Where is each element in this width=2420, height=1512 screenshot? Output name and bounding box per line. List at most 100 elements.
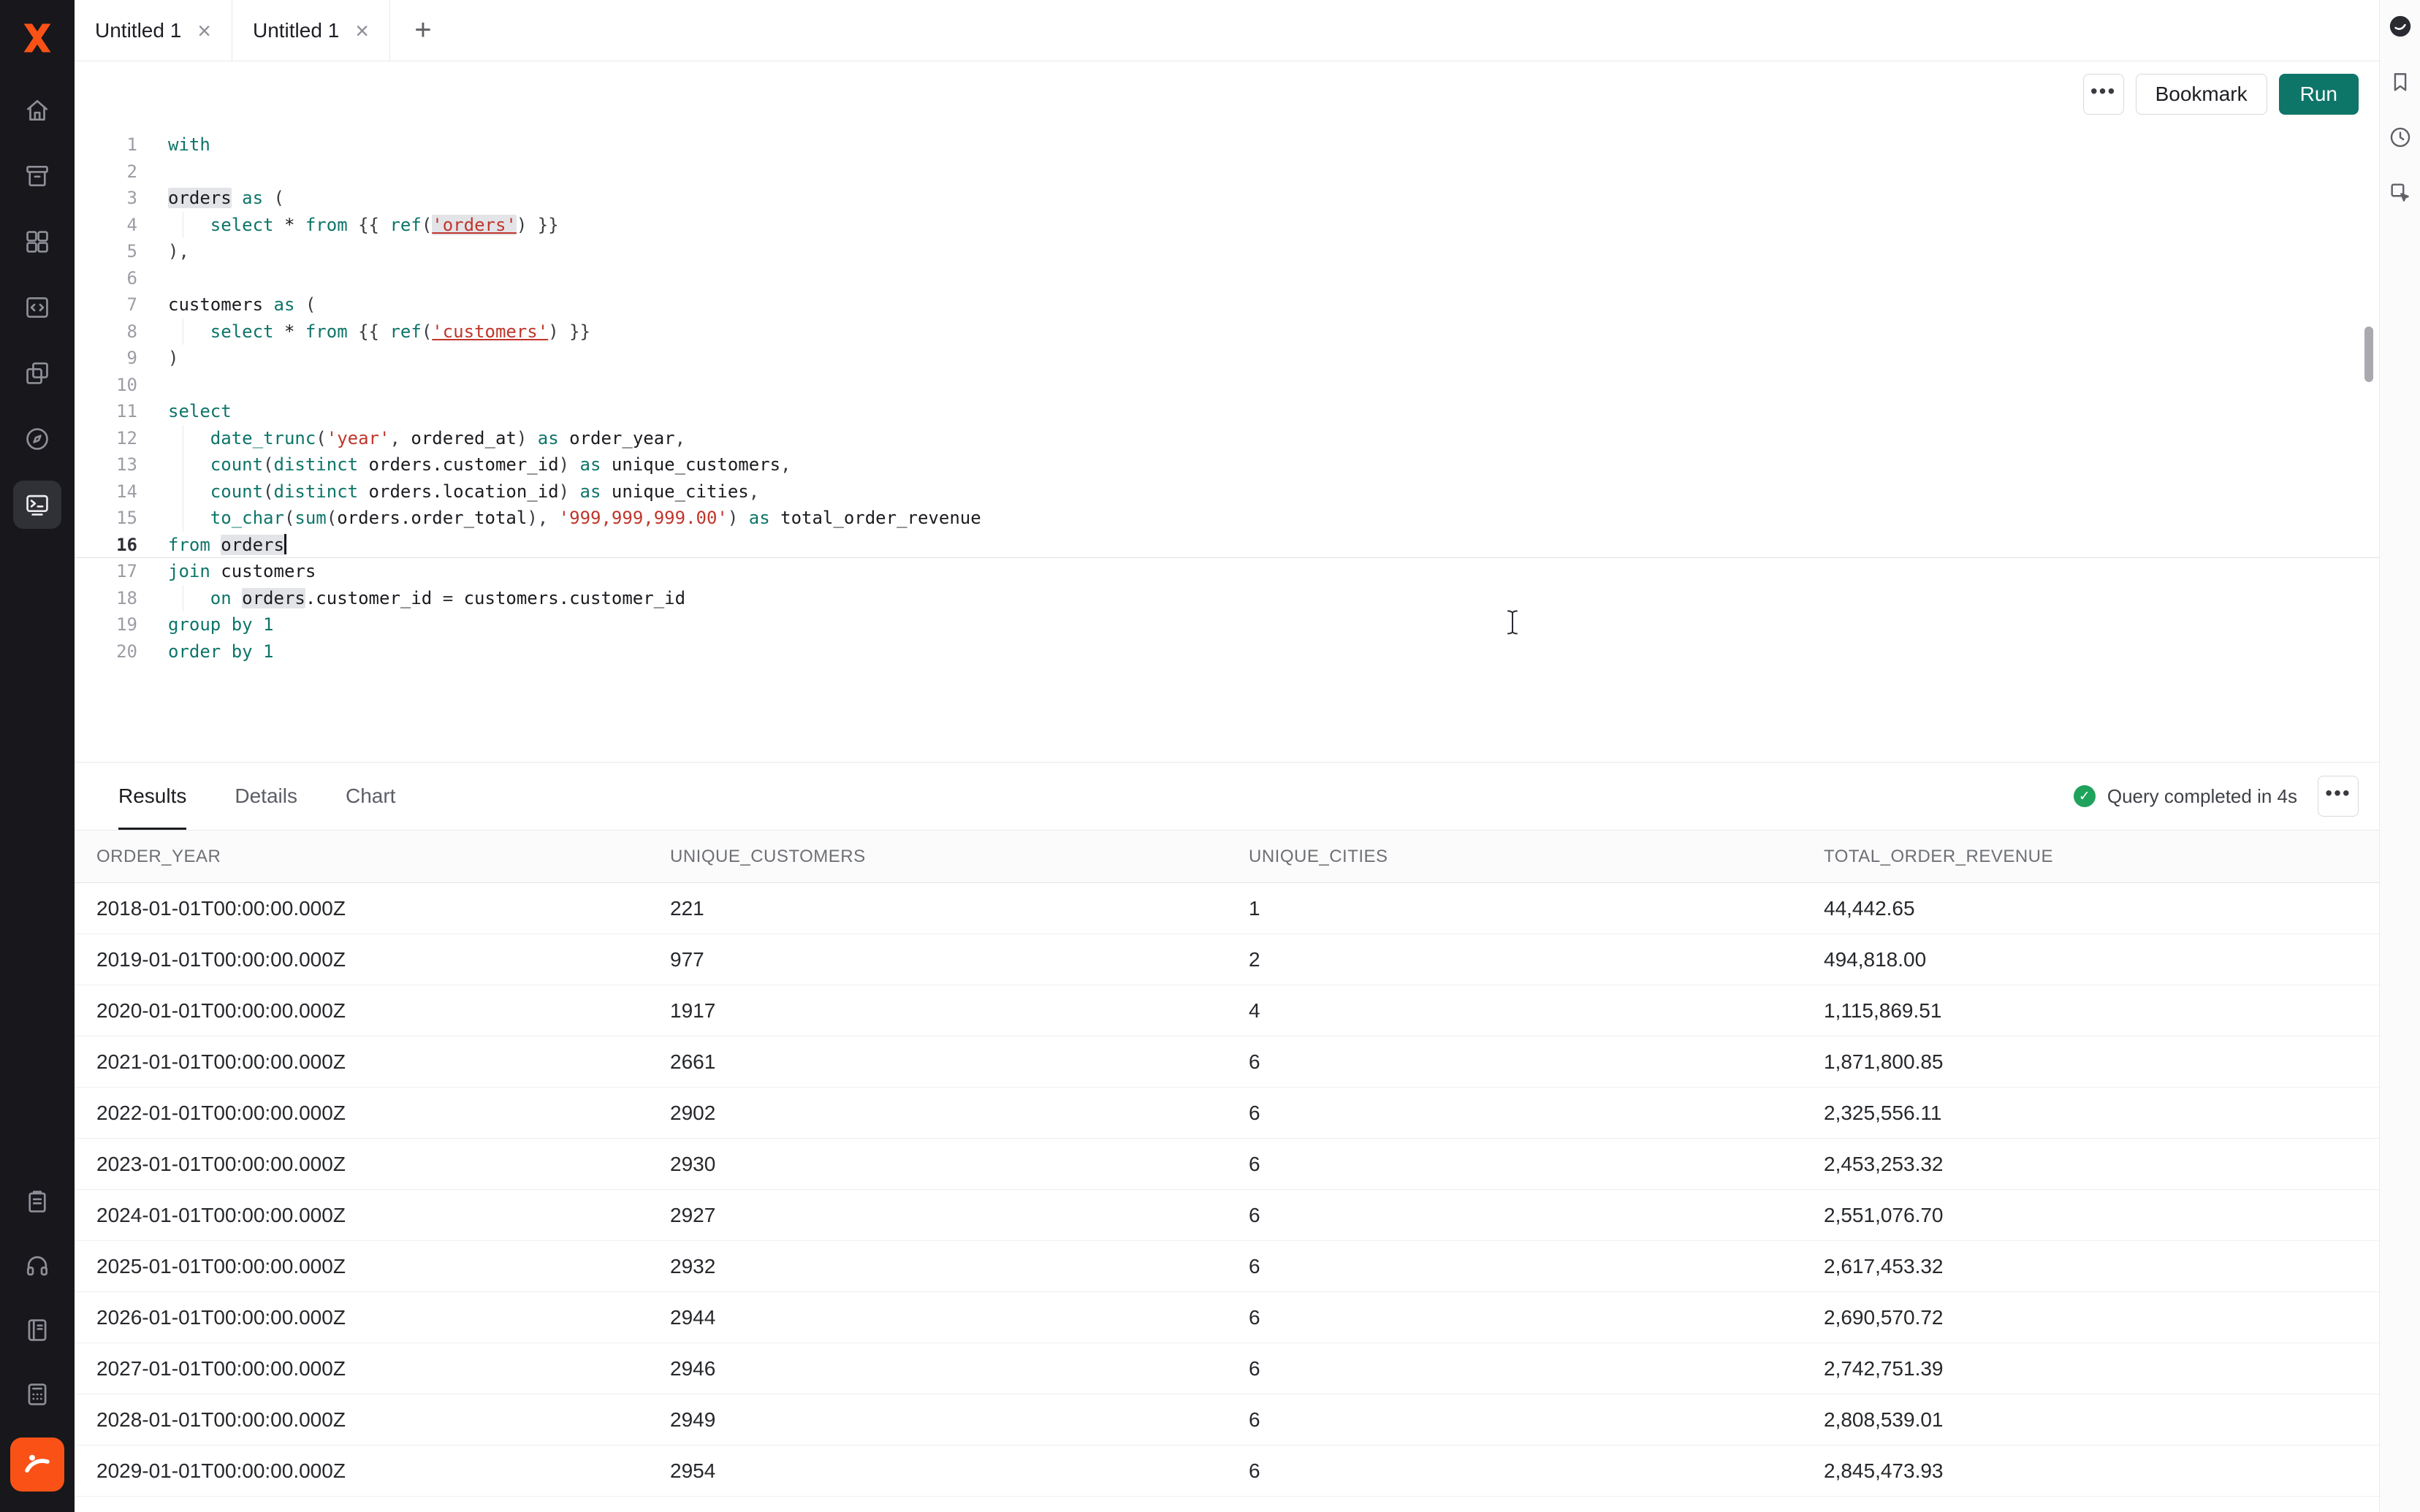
editor-scrollbar-thumb[interactable] — [2364, 327, 2373, 382]
code-line[interactable]: 16from orders — [75, 532, 2379, 559]
code-token: ( — [316, 428, 326, 448]
more-options-button[interactable]: ••• — [2083, 74, 2124, 115]
mouse-cursor — [1504, 609, 1521, 635]
table-row[interactable]: 2023-01-01T00:00:00.000Z293062,453,253.3… — [75, 1139, 2379, 1190]
code-line[interactable]: 15 to_char(sum(orders.order_total), '999… — [75, 505, 2379, 532]
table-cell: 6 — [1249, 1255, 1824, 1278]
code-line[interactable]: 13 count(distinct orders.customer_id) as… — [75, 451, 2379, 478]
code-line[interactable]: 12 date_trunc('year', ordered_at) as ord… — [75, 425, 2379, 452]
table-cell: 6 — [1249, 1459, 1824, 1483]
code-token: ( — [327, 508, 337, 528]
code-line[interactable]: 1with — [75, 131, 2379, 159]
tab-untitled-2[interactable]: Untitled 1 × — [232, 0, 390, 61]
sql-editor[interactable]: 1with23orders as (4 select * from {{ ref… — [75, 127, 2379, 762]
app-logo-icon[interactable] — [18, 19, 56, 57]
code-line[interactable]: 6 — [75, 265, 2379, 292]
history-icon[interactable] — [2384, 121, 2416, 153]
clipboard-icon[interactable] — [13, 1177, 61, 1226]
code-token: order_year — [569, 428, 675, 448]
close-tab-icon[interactable]: × — [197, 19, 211, 42]
code-token: , — [749, 481, 759, 502]
calculator-icon[interactable] — [13, 1370, 61, 1419]
compass-icon[interactable] — [13, 415, 61, 463]
bookmark-button[interactable]: Bookmark — [2136, 74, 2267, 115]
tab-untitled-1[interactable]: Untitled 1 × — [75, 0, 232, 61]
table-row[interactable]: 2018-01-01T00:00:00.000Z221144,442.65 — [75, 883, 2379, 934]
close-tab-icon[interactable]: × — [355, 19, 369, 42]
code-line[interactable]: 17join customers — [75, 558, 2379, 585]
pointer-icon[interactable] — [2384, 177, 2416, 209]
code-token: ), — [168, 241, 189, 261]
code-text: ) — [137, 345, 178, 372]
archive-icon[interactable] — [13, 152, 61, 200]
code-line[interactable]: 19group by 1 — [75, 611, 2379, 638]
table-row[interactable]: 2022-01-01T00:00:00.000Z290262,325,556.1… — [75, 1088, 2379, 1139]
tab-bar: Untitled 1 × Untitled 1 × + — [75, 0, 2379, 61]
tab-chart[interactable]: Chart — [346, 763, 395, 830]
user-avatar[interactable] — [10, 1437, 64, 1492]
code-token: distinct — [274, 481, 359, 502]
table-row[interactable]: 2021-01-01T00:00:00.000Z266161,871,800.8… — [75, 1036, 2379, 1088]
table-row[interactable]: 2024-01-01T00:00:00.000Z292762,551,076.7… — [75, 1190, 2379, 1241]
code-line[interactable]: 7customers as ( — [75, 291, 2379, 318]
code-text: count(distinct orders.location_id) as un… — [137, 478, 759, 505]
line-number: 13 — [75, 451, 137, 478]
column-header-total-order-revenue[interactable]: TOTAL_ORDER_REVENUE — [1824, 847, 2379, 867]
home-icon[interactable] — [13, 86, 61, 134]
code-token — [168, 321, 210, 342]
table-row[interactable]: 2020-01-01T00:00:00.000Z191741,115,869.5… — [75, 985, 2379, 1036]
code-line[interactable]: 3orders as ( — [75, 185, 2379, 212]
column-header-unique-cities[interactable]: UNIQUE_CITIES — [1249, 847, 1824, 867]
headphones-icon[interactable] — [13, 1242, 61, 1290]
code-token: join — [168, 561, 210, 581]
code-line[interactable]: 18 on orders.customer_id = customers.cus… — [75, 585, 2379, 612]
table-cell: 2,742,751.39 — [1824, 1357, 2379, 1381]
code-text: join customers — [137, 558, 316, 585]
table-row[interactable]: 2025-01-01T00:00:00.000Z293262,617,453.3… — [75, 1241, 2379, 1292]
tab-details[interactable]: Details — [235, 763, 297, 830]
results-more-button[interactable]: ••• — [2318, 776, 2359, 817]
main-area: Untitled 1 × Untitled 1 × + ••• Bookmark… — [75, 0, 2379, 1512]
table-cell: 494,818.00 — [1824, 948, 2379, 971]
new-tab-button[interactable]: + — [399, 0, 447, 61]
table-header: ORDER_YEAR UNIQUE_CUSTOMERS UNIQUE_CITIE… — [75, 831, 2379, 883]
code-token — [559, 428, 569, 448]
code-line[interactable]: 20order by 1 — [75, 638, 2379, 665]
code-token: 'customers' — [432, 321, 548, 342]
code-token: group by — [168, 614, 253, 635]
code-line[interactable]: 11select — [75, 398, 2379, 425]
terminal-icon[interactable] — [13, 481, 61, 529]
tab-results[interactable]: Results — [118, 763, 186, 830]
table-row[interactable]: 2028-01-01T00:00:00.000Z294962,808,539.0… — [75, 1394, 2379, 1446]
copilot-icon[interactable] — [2384, 10, 2416, 42]
code-line[interactable]: 9) — [75, 345, 2379, 372]
code-token: 'year' — [327, 428, 390, 448]
table-row[interactable]: 2027-01-01T00:00:00.000Z294662,742,751.3… — [75, 1343, 2379, 1394]
table-row[interactable]: 2026-01-01T00:00:00.000Z294462,690,570.7… — [75, 1292, 2379, 1343]
code-token: ) — [728, 508, 749, 528]
code-text: customers as ( — [137, 291, 316, 318]
column-header-unique-customers[interactable]: UNIQUE_CUSTOMERS — [670, 847, 1249, 867]
code-window-icon[interactable] — [13, 283, 61, 332]
column-header-order-year[interactable]: ORDER_YEAR — [96, 847, 670, 867]
code-line[interactable]: 5), — [75, 238, 2379, 265]
table-row[interactable]: 2019-01-01T00:00:00.000Z9772494,818.00 — [75, 934, 2379, 985]
editor-toolbar: ••• Bookmark Run — [75, 61, 2379, 127]
table-row[interactable]: 2029-01-01T00:00:00.000Z295462,845,473.9… — [75, 1446, 2379, 1497]
grid-icon[interactable] — [13, 218, 61, 266]
code-line[interactable]: 2 — [75, 159, 2379, 186]
code-line[interactable]: 10 — [75, 372, 2379, 399]
code-line[interactable]: 4 select * from {{ ref('orders') }} — [75, 212, 2379, 239]
table-cell: 2021-01-01T00:00:00.000Z — [96, 1050, 670, 1074]
code-token: 1 — [263, 614, 273, 635]
code-line[interactable]: 8 select * from {{ ref('customers') }} — [75, 318, 2379, 345]
run-button[interactable]: Run — [2279, 74, 2359, 115]
windows-icon[interactable] — [13, 349, 61, 397]
code-text: order by 1 — [137, 638, 274, 665]
code-line[interactable]: 14 count(distinct orders.location_id) as… — [75, 478, 2379, 505]
code-token: ( — [263, 481, 273, 502]
bookmark-icon[interactable] — [2384, 66, 2416, 98]
table-row[interactable]: 2030-01-01T00:00:00.000Z287961,841,049.3… — [75, 1497, 2379, 1512]
table-cell: 6 — [1249, 1050, 1824, 1074]
notebook-icon[interactable] — [13, 1306, 61, 1354]
